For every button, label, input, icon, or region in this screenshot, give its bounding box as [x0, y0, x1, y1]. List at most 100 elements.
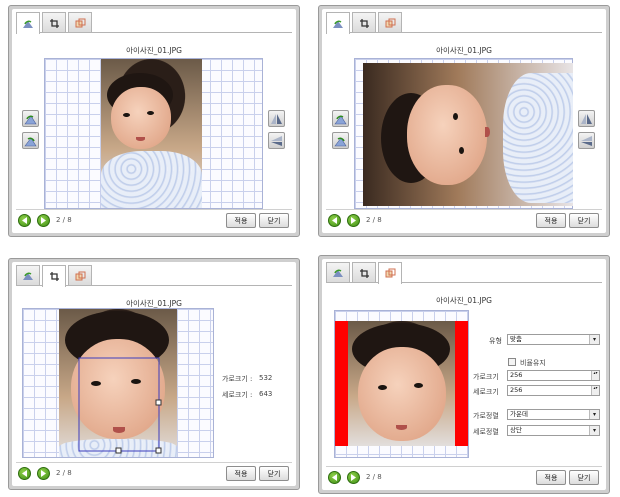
prev-button[interactable]	[18, 214, 31, 227]
halign-label: 가로정렬	[473, 412, 499, 420]
apply-button[interactable]: 적용	[536, 213, 566, 228]
file-name: 아이사진_01.JPG	[126, 46, 182, 55]
tab-crop[interactable]	[42, 12, 66, 33]
flip-horizontal-icon	[581, 135, 592, 146]
tab-resize[interactable]	[68, 265, 92, 286]
rotate-left-button[interactable]	[22, 110, 39, 127]
flip-vertical-button[interactable]	[268, 110, 285, 127]
page-indicator: 2 / 8	[366, 473, 382, 481]
resize-icon	[385, 268, 395, 278]
next-icon	[351, 217, 356, 224]
type-label: 유형	[489, 337, 502, 345]
prev-icon	[332, 474, 337, 481]
next-icon	[351, 474, 356, 481]
keep-ratio-label: 비율유지	[520, 359, 546, 367]
bottom-bar: 2 / 8 적용 닫기	[326, 466, 602, 486]
apply-button[interactable]: 적용	[536, 470, 566, 485]
tab-rotate[interactable]	[326, 12, 350, 34]
editor-window-rotate-landscape: 아이사진_01.JPG 2 / 8 적용 닫기	[318, 5, 610, 237]
height-label: 세로크기	[473, 388, 499, 396]
tab-divider	[16, 32, 292, 33]
editor-window-rotate-portrait: 아이사진_01.JPG 2 / 8 적용 닫기	[8, 5, 300, 237]
apply-button[interactable]: 적용	[226, 466, 256, 481]
prev-button[interactable]	[18, 467, 31, 480]
editor-panel: 아이사진_01.JPG 2 / 8 적용 닫기	[12, 9, 296, 233]
type-select[interactable]: 맞춤	[507, 334, 600, 345]
close-button[interactable]: 닫기	[569, 470, 599, 485]
crop-height-label: 세로크기 :	[222, 391, 253, 399]
next-icon	[41, 217, 46, 224]
bottom-bar: 2 / 8 적용 닫기	[16, 462, 292, 482]
image-canvas	[334, 310, 469, 458]
next-button[interactable]	[37, 214, 50, 227]
tab-rotate[interactable]	[16, 265, 40, 286]
editor-window-resize: 아이사진_01.JPG 유형 맞춤 비율유지 가로크기 256 세로크기 256…	[318, 255, 610, 494]
tab-divider	[326, 32, 602, 33]
page-indicator: 2 / 8	[366, 216, 382, 224]
halign-select[interactable]: 가운데	[507, 409, 600, 420]
keep-ratio-checkbox[interactable]	[508, 358, 516, 366]
image-canvas	[44, 58, 263, 209]
crop-handle-corner[interactable]	[155, 447, 162, 454]
tab-rotate[interactable]	[326, 262, 350, 283]
tab-resize[interactable]	[378, 262, 402, 284]
width-label: 가로크기	[473, 373, 499, 381]
baby-photo-rotated	[363, 63, 573, 206]
next-button[interactable]	[347, 471, 360, 484]
rotate-icon	[333, 269, 343, 277]
next-button[interactable]	[37, 467, 50, 480]
flip-horizontal-button[interactable]	[578, 132, 595, 149]
editor-window-crop: 아이사진_01.JPG 가로크기 : 532 세로크기 : 643 2 / 8 …	[8, 258, 300, 490]
crop-handle-right[interactable]	[155, 399, 162, 406]
rotate-left-button[interactable]	[332, 110, 349, 127]
crop-icon	[359, 18, 369, 28]
valign-select[interactable]: 상단	[507, 425, 600, 436]
crop-handle-bottom[interactable]	[115, 447, 122, 454]
close-button[interactable]: 닫기	[259, 466, 289, 481]
rotate-icon	[23, 20, 33, 28]
editor-panel: 아이사진_01.JPG 유형 맞춤 비율유지 가로크기 256 세로크기 256…	[322, 259, 606, 490]
width-input[interactable]: 256	[507, 370, 600, 381]
prev-icon	[22, 470, 27, 477]
rotate-right-button[interactable]	[22, 132, 39, 149]
rotate-right-button[interactable]	[332, 132, 349, 149]
bottom-bar: 2 / 8 적용 닫기	[326, 209, 602, 229]
crop-icon	[359, 268, 369, 278]
prev-button[interactable]	[328, 471, 341, 484]
tab-resize[interactable]	[378, 12, 402, 33]
tab-crop[interactable]	[42, 265, 66, 287]
editor-panel: 아이사진_01.JPG 2 / 8 적용 닫기	[322, 9, 606, 233]
file-name: 아이사진_01.JPG	[436, 296, 492, 305]
valign-label: 세로정렬	[473, 428, 499, 436]
rotate-icon	[333, 20, 343, 28]
tab-rotate[interactable]	[16, 12, 40, 34]
crop-icon	[49, 272, 59, 281]
tab-crop[interactable]	[352, 12, 376, 33]
flip-horizontal-button[interactable]	[268, 132, 285, 149]
next-button[interactable]	[347, 214, 360, 227]
page-indicator: 2 / 8	[56, 216, 72, 224]
bottom-bar: 2 / 8 적용 닫기	[16, 209, 292, 229]
image-canvas	[22, 308, 214, 458]
close-button[interactable]: 닫기	[259, 213, 289, 228]
baby-photo	[101, 59, 202, 208]
flip-vertical-button[interactable]	[578, 110, 595, 127]
flip-horizontal-icon	[271, 135, 282, 146]
crop-selection-box[interactable]	[78, 357, 163, 455]
prev-button[interactable]	[328, 214, 341, 227]
resize-icon	[75, 18, 85, 27]
image-canvas	[354, 58, 573, 209]
rotate-right-icon	[334, 136, 347, 146]
tab-resize[interactable]	[68, 12, 92, 33]
close-button[interactable]: 닫기	[569, 213, 599, 228]
editor-panel: 아이사진_01.JPG 가로크기 : 532 세로크기 : 643 2 / 8 …	[12, 262, 296, 486]
tab-crop[interactable]	[352, 262, 376, 283]
tab-divider	[326, 282, 602, 283]
resize-icon	[385, 18, 395, 27]
apply-button[interactable]: 적용	[226, 213, 256, 228]
baby-photo	[348, 321, 455, 446]
page-indicator: 2 / 8	[56, 469, 72, 477]
height-input[interactable]: 256	[507, 385, 600, 396]
crop-height-value: 643	[259, 390, 273, 398]
crop-icon	[49, 18, 59, 28]
